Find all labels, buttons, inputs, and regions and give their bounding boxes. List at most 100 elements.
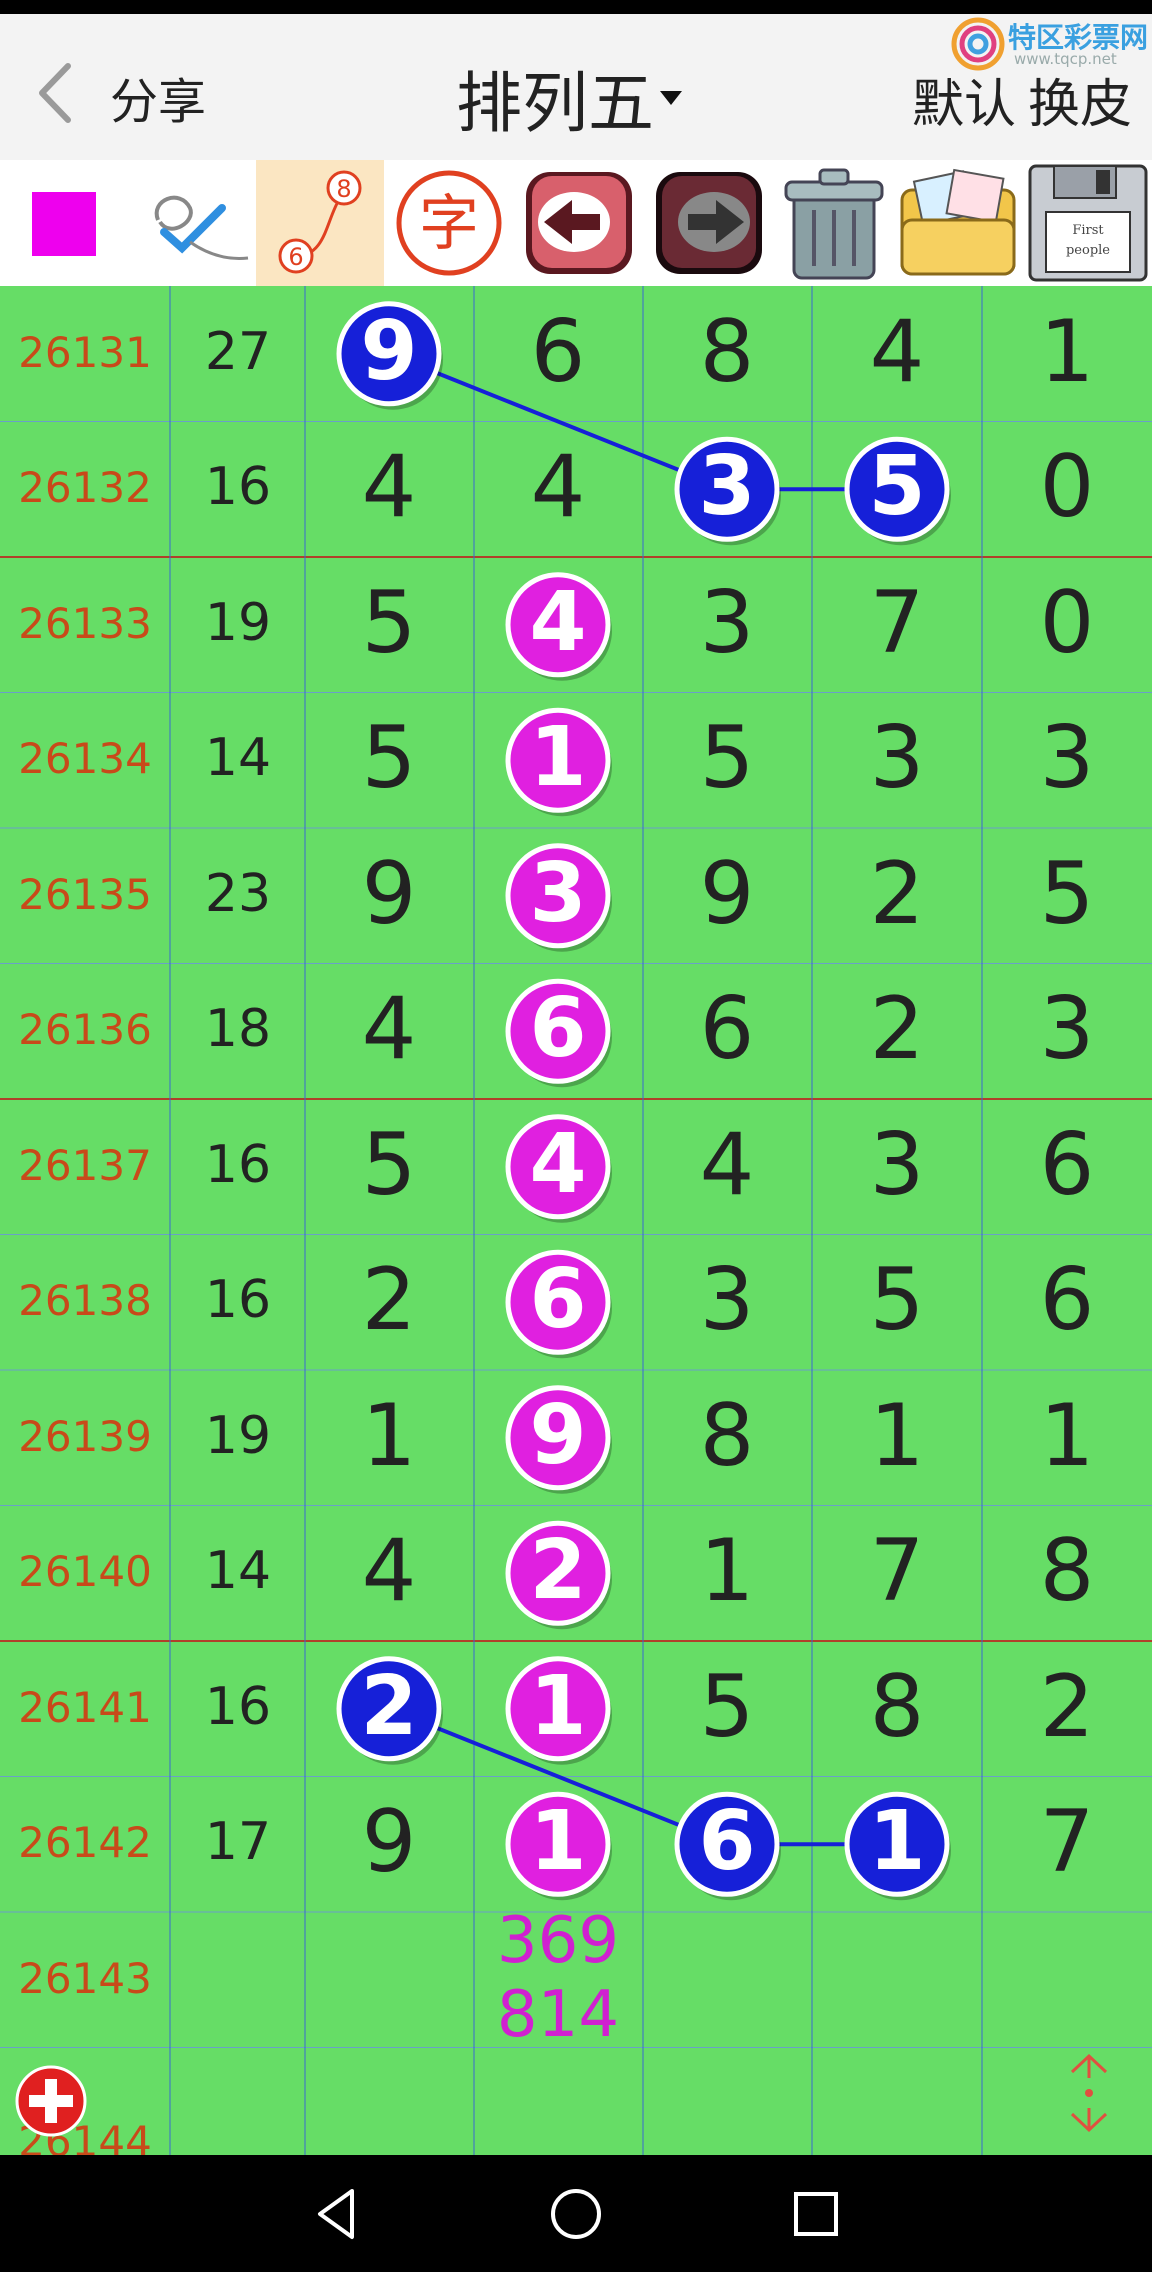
digit-sum: 19 [204,592,272,653]
default-button[interactable]: 默认 [912,62,1016,137]
draw-digit: 2 [361,1250,417,1351]
plus-circle-icon [15,2065,87,2137]
digit-sum: 16 [204,1270,272,1331]
prediction-text[interactable]: 814 [474,1978,642,2052]
draw-digit: 5 [699,1656,755,1757]
ball-digit[interactable]: 3 [643,439,811,534]
scroll-toggle-button[interactable] [1064,2052,1114,2134]
nav-back-button[interactable] [302,2179,372,2249]
ball-digit[interactable]: 4 [474,575,642,670]
period-number: 26141 [18,1682,152,1732]
nav-home-button[interactable] [541,2179,611,2249]
trash-can-icon [784,168,884,280]
clear-button[interactable] [770,160,896,286]
ball-digit[interactable]: 6 [474,981,642,1076]
color-swatch-icon [32,192,96,256]
nav-recents-icon [794,2192,838,2236]
redo-button[interactable] [646,160,772,286]
draw-digit: 8 [869,1656,925,1757]
draw-digit: 8 [699,1385,755,1486]
draw-digit: 4 [699,1114,755,1215]
ball-digit[interactable]: 1 [474,1659,642,1754]
undo-button[interactable] [516,160,642,286]
ball-digit[interactable]: 4 [474,1117,642,1212]
ball-digit[interactable]: 9 [474,1388,642,1483]
swirl-logo-icon [951,17,1005,71]
draw-digit: 1 [1039,1385,1095,1486]
draw-digit: 7 [869,1521,925,1622]
back-button[interactable] [28,58,88,128]
draw-digit: 5 [361,708,417,809]
check-pen-icon [154,195,249,260]
ball-digit[interactable]: 2 [474,1523,642,1618]
draw-digit: 1 [361,1385,417,1486]
digit-sum: 18 [204,999,272,1060]
ball-digit[interactable]: 6 [474,1252,642,1347]
character-icon: 字 [396,170,502,276]
draw-digit: 8 [699,301,755,402]
draw-digit: 4 [361,979,417,1080]
save-button[interactable]: First people [1024,160,1152,286]
change-skin-button[interactable]: 换皮 [1028,62,1132,137]
period-number: 26133 [18,598,152,648]
ball-digit[interactable]: 1 [474,710,642,805]
draw-digit: 5 [699,708,755,809]
draw-digit: 4 [530,437,586,538]
header: 分享 排列五 默认 换皮 特区彩票网 www.tqcp.net [0,14,1152,160]
prediction-text[interactable]: 369 [474,1904,642,1978]
digit-sum: 23 [204,863,272,924]
status-bar [0,0,1152,14]
ball-digit[interactable]: 5 [813,439,981,534]
ball-digit[interactable]: 3 [474,846,642,941]
draw-digit: 3 [869,1114,925,1215]
draw-digit: 9 [699,843,755,944]
digit-sum: 14 [204,728,272,789]
trend-chart-grid[interactable]: 26131 27 9 6 8 4 1 26132 16 4 4 3 5 0 26133 19 5 4 3 7 0 2613… [0,286,1152,2166]
draw-digit: 5 [869,1250,925,1351]
number-line-tool-button[interactable]: 8 6 [256,160,384,286]
page-title: 排列五 [456,65,654,142]
period-number: 26131 [18,327,152,377]
draw-digit: 0 [1039,437,1095,538]
draw-digit: 3 [1039,979,1095,1080]
draw-digit: 6 [530,301,586,402]
period-number: 26134 [18,734,152,784]
draw-digit: 4 [361,1521,417,1622]
nav-recents-button[interactable] [781,2179,851,2249]
add-button[interactable] [14,2064,88,2138]
period-number: 26137 [18,1140,152,1190]
color-picker-button[interactable] [0,160,126,286]
scroll-arrows-icon [1070,2053,1108,2133]
check-tool-button[interactable] [130,160,256,286]
ball-digit[interactable]: 1 [474,1794,642,1889]
draw-digit: 3 [869,708,925,809]
share-button[interactable]: 分享 [110,62,206,132]
period-number: 26135 [18,869,152,919]
period-number: 26138 [18,1276,152,1326]
character-tool-button[interactable]: 字 [386,160,512,286]
ball-digit[interactable]: 6 [643,1794,811,1889]
system-navbar [0,2155,1152,2272]
floppy-disk-icon: First people [1028,164,1148,282]
ball-digit[interactable]: 2 [305,1659,473,1754]
draw-digit: 0 [1039,572,1095,673]
open-button[interactable] [894,160,1022,286]
drawing-toolbar: 8 6 字 First people [0,160,1152,286]
disk-label-line1: First [1072,223,1104,238]
ball-digit[interactable]: 1 [813,1794,981,1889]
ball-digit[interactable]: 9 [305,304,473,399]
draw-digit: 1 [699,1521,755,1622]
arrow-left-icon [526,172,632,274]
draw-digit: 5 [361,1114,417,1215]
period-number: 26139 [18,1411,152,1461]
digit-sum: 14 [204,1541,272,1602]
lottery-type-dropdown[interactable]: 排列五 [456,50,682,142]
draw-digit: 3 [699,572,755,673]
draw-digit: 3 [699,1250,755,1351]
digit-sum: 16 [204,457,272,518]
watermark-url: www.tqcp.net [1014,50,1117,68]
caret-down-icon [660,91,682,105]
draw-digit: 6 [1039,1114,1095,1215]
draw-digit: 1 [869,1385,925,1486]
nav-home-icon [551,2189,601,2239]
